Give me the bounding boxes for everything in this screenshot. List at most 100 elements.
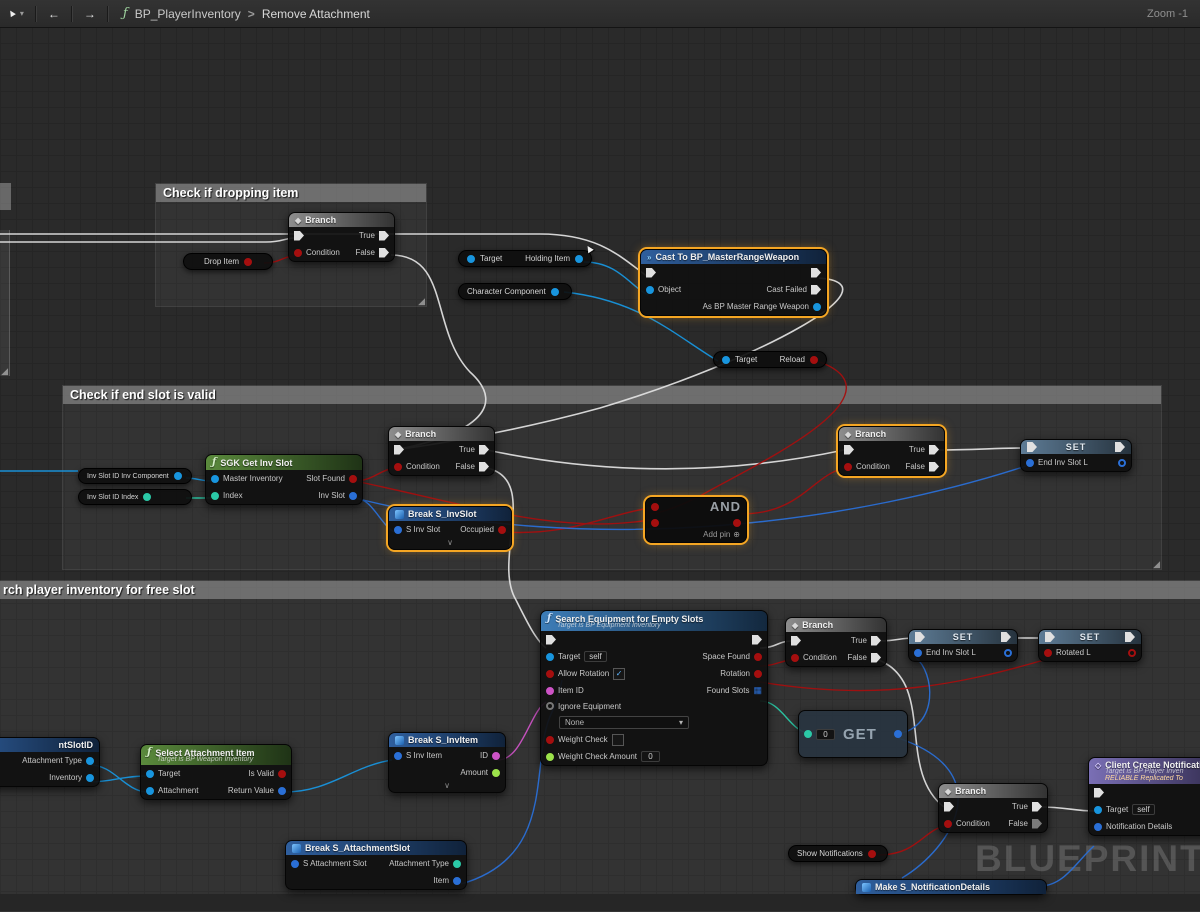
sgk-get-inv-slot-node[interactable]: ƒ SGK Get Inv Slot Master Inventory Slot… — [205, 454, 363, 505]
rotation-pin[interactable] — [754, 670, 762, 678]
amount-pin[interactable] — [492, 769, 500, 777]
exec-in-pin[interactable] — [294, 231, 304, 241]
node-header[interactable]: ◆ Branch — [939, 784, 1047, 798]
target-pin[interactable] — [1094, 806, 1102, 814]
is-valid-pin[interactable] — [278, 770, 286, 778]
ignore-equipment-pin[interactable] — [546, 702, 554, 710]
inv-slot-pin[interactable] — [349, 492, 357, 500]
exec-false-pin[interactable] — [379, 248, 389, 258]
exec-true-pin[interactable] — [379, 231, 389, 241]
node-header[interactable]: ◆ Branch — [289, 213, 394, 227]
show-notifications-getter[interactable]: Show Notifications — [788, 845, 888, 862]
exec-in-pin[interactable] — [791, 636, 801, 646]
branch-node-4[interactable]: ◆ Branch True Condition False — [785, 617, 887, 667]
master-inventory-pin[interactable] — [211, 475, 219, 483]
id-pin[interactable] — [492, 752, 500, 760]
search-equipment-node[interactable]: ƒ Search Equipment for Empty Slots Targe… — [540, 610, 768, 766]
node-header[interactable]: ◆ Branch — [839, 427, 944, 441]
node-header[interactable]: SET — [1039, 630, 1141, 644]
exec-out-pin[interactable] — [1001, 632, 1011, 642]
drop-item-variable[interactable]: Drop Item — [183, 253, 273, 270]
node-header[interactable]: » Cast To BP_MasterRangeWeapon — [641, 250, 826, 264]
forward-button[interactable]: → — [84, 7, 96, 21]
exec-in-pin[interactable] — [546, 635, 556, 645]
condition-pin[interactable] — [294, 249, 302, 257]
breadcrumb-root[interactable]: BP_PlayerInventory — [135, 7, 241, 21]
value-out-pin[interactable] — [1004, 649, 1012, 657]
weight-check-pin[interactable] — [546, 736, 554, 744]
weight-check-amount-value[interactable]: 0 — [641, 751, 660, 762]
value-pin[interactable] — [914, 649, 922, 657]
character-component-getter[interactable]: Character Component — [458, 283, 572, 300]
exec-false-pin[interactable] — [479, 462, 489, 472]
value-out-pin[interactable] — [1118, 459, 1126, 467]
exec-in-pin[interactable] — [944, 802, 954, 812]
node-header[interactable]: ntSlotID — [0, 738, 99, 752]
select-attachment-item-node[interactable]: ƒ Select Attachment Item Target is BP We… — [140, 744, 292, 800]
exec-in-pin[interactable] — [394, 445, 404, 455]
exec-true-pin[interactable] — [871, 636, 881, 646]
s-attachment-slot-pin[interactable] — [291, 860, 299, 868]
array-get-node[interactable]: 0 GET — [798, 710, 908, 758]
allow-rotation-pin[interactable] — [546, 670, 554, 678]
object-out-pin[interactable] — [575, 255, 583, 263]
set-end-inv-slot-node-2[interactable]: SET End Inv Slot L — [908, 629, 1018, 662]
comment-title[interactable]: Check if end slot is valid — [63, 386, 1161, 404]
client-create-notification-node[interactable]: ◇ Client Create Notificati Target is BP … — [1088, 757, 1200, 836]
return-value-pin[interactable] — [278, 787, 286, 795]
object-out-pin[interactable] — [551, 288, 559, 296]
attachment-type-pin[interactable] — [453, 860, 461, 868]
condition-pin[interactable] — [791, 654, 799, 662]
weight-check-amount-pin[interactable] — [546, 753, 554, 761]
branch-node-5[interactable]: ◆ Branch True Condition False — [938, 783, 1048, 833]
index-pin[interactable] — [211, 492, 219, 500]
exec-out-pin[interactable] — [811, 268, 821, 278]
node-header[interactable]: Break S_InvSlot — [389, 507, 511, 521]
value-out-pin[interactable] — [1128, 649, 1136, 657]
node-header[interactable]: ◆ Branch — [389, 427, 494, 441]
as-weapon-pin[interactable] — [813, 303, 821, 311]
exec-out-pin[interactable] — [1115, 442, 1125, 452]
pointer-caret-icon[interactable]: ▾ — [20, 9, 24, 18]
condition-pin[interactable] — [944, 820, 952, 828]
and-input-b-pin[interactable] — [651, 519, 659, 527]
int-out-pin[interactable] — [143, 493, 151, 501]
reload-out-pin[interactable] — [810, 356, 818, 364]
item-id-pin[interactable] — [546, 687, 554, 695]
break-s-attachmentslot-node[interactable]: Break S_AttachmentSlot S Attachment Slot… — [285, 840, 467, 890]
resize-handle-icon[interactable]: ◢ — [418, 297, 425, 306]
branch-node-2[interactable]: ◆ Branch True Condition False — [388, 426, 495, 476]
occupied-pin[interactable] — [498, 526, 506, 534]
holding-item-getter[interactable]: Target Holding Item — [458, 250, 592, 267]
node-header[interactable]: ƒ SGK Get Inv Slot — [206, 455, 362, 470]
pointer-tool-icon[interactable]: ▲ — [5, 6, 19, 21]
ignore-equipment-dropdown[interactable]: None ▾ — [559, 716, 689, 729]
back-button[interactable]: ← — [48, 7, 60, 21]
breadcrumb-current[interactable]: Remove Attachment — [262, 7, 370, 21]
target-pin[interactable] — [722, 356, 730, 364]
s-inv-item-pin[interactable] — [394, 752, 402, 760]
item-pin[interactable] — [453, 877, 461, 885]
weight-check-checkbox[interactable] — [612, 734, 624, 746]
exec-true-pin[interactable] — [1032, 802, 1042, 812]
set-rotated-node[interactable]: SET Rotated L — [1038, 629, 1142, 662]
bool-out-pin[interactable] — [244, 258, 252, 266]
break-s-invitem-node[interactable]: Break S_InvItem S Inv Item ID Amount ∨ — [388, 732, 506, 793]
comment-title[interactable]: Check if dropping item — [156, 184, 426, 202]
attachment-type-pin[interactable] — [86, 757, 94, 765]
and-output-pin[interactable] — [733, 519, 741, 527]
value-pin[interactable] — [1044, 649, 1052, 657]
set-end-inv-slot-node-1[interactable]: SET End Inv Slot L — [1020, 439, 1132, 472]
and-input-a-pin[interactable] — [651, 503, 659, 511]
cast-failed-pin[interactable] — [811, 285, 821, 295]
index-value[interactable]: 0 — [816, 729, 835, 740]
object-out-pin[interactable] — [174, 472, 182, 480]
exec-in-pin[interactable] — [1045, 632, 1055, 642]
inv-slot-id-inv-component-getter[interactable]: Inv Slot ID Inv Component — [78, 468, 192, 484]
break-s-invslot-node[interactable]: Break S_InvSlot S Inv Slot Occupied ∨ — [388, 506, 512, 550]
condition-pin[interactable] — [394, 463, 402, 471]
exec-in-pin[interactable] — [646, 268, 656, 278]
inventory-pin[interactable] — [86, 774, 94, 782]
node-header[interactable]: SET — [1021, 440, 1131, 454]
make-s-notificationdetails-node[interactable]: Make S_NotificationDetails — [855, 879, 1047, 895]
